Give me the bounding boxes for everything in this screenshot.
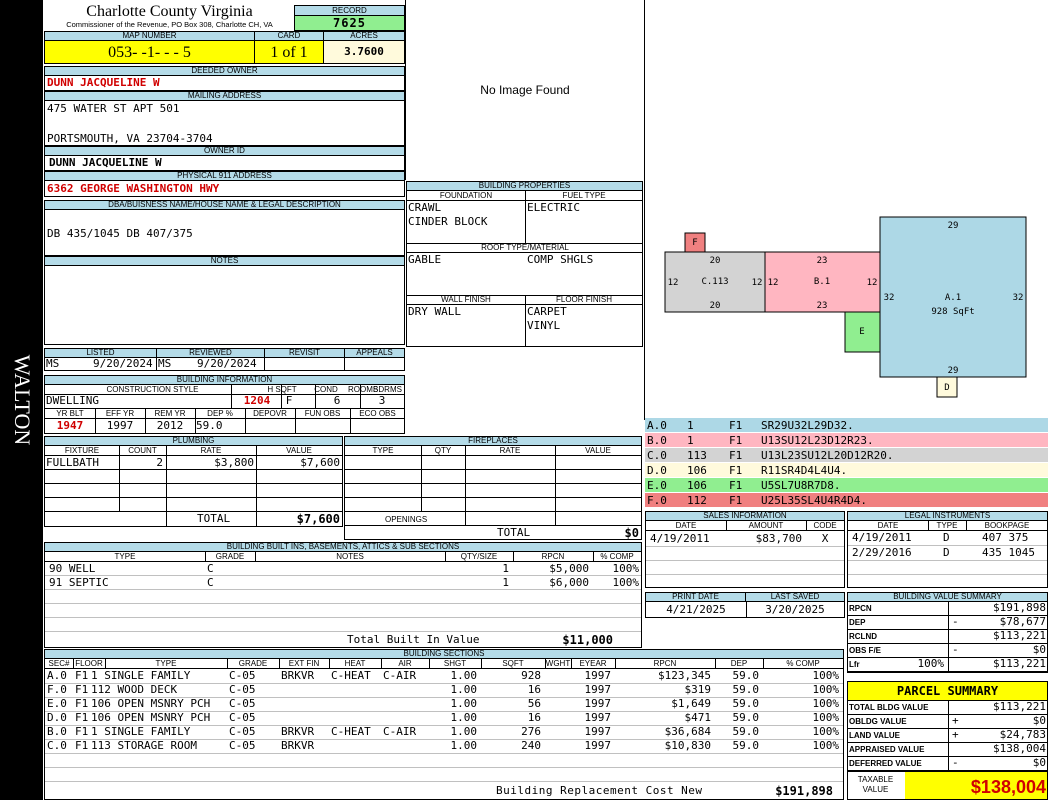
svg-text:32: 32 xyxy=(1013,293,1024,303)
svg-text:20: 20 xyxy=(710,256,721,266)
foundation-1: CRAWL xyxy=(408,201,442,214)
legend-row: D.0 106 F1 R11SR4D4L4U4. xyxy=(645,463,1048,478)
owner-id: DUNN JACQUELINE W xyxy=(44,155,405,171)
legend-row: F.0 112 F1 U25L35SL4U4R4D4. xyxy=(645,493,1048,508)
builtins-total: $11,000 xyxy=(562,633,613,647)
legal-table: DATE TYPE BOOKPAGE 4/19/2011 D 407 375 2… xyxy=(847,520,1048,588)
year-built: 1947 xyxy=(56,419,84,432)
wall-finish: DRY WALL xyxy=(408,305,461,318)
sections-table: SEC# FLOOR TYPE GRADE EXT FIN HEAT AIR SHGT SQFT… xyxy=(44,658,844,800)
image-area: No Image Found xyxy=(405,0,645,180)
roof-type: GABLE xyxy=(408,253,442,266)
sketch-e-label: E xyxy=(859,327,864,337)
sketch-a-label: A.1 xyxy=(945,293,961,303)
bldg-props-box: FOUNDATION FUEL TYPE CRAWL CINDER BLOCK … xyxy=(406,190,643,347)
taxable-value: $138,004 xyxy=(905,772,1047,799)
parcel-table: TOTAL BLDG VALUE $113,221 OBLDG VALUE + $0 LA… xyxy=(847,700,1048,772)
fireplace-total: $0 xyxy=(624,526,639,540)
construction-style: DWELLING xyxy=(46,394,99,407)
sketch-divider xyxy=(644,180,645,420)
svg-text:20: 20 xyxy=(710,301,721,311)
listed-row: MS 9/20/2024 MS 9/20/2024 xyxy=(44,357,405,371)
svg-text:32: 32 xyxy=(884,293,895,303)
svg-text:23: 23 xyxy=(817,256,828,266)
no-image-text: No Image Found xyxy=(480,83,570,97)
record-value: 7625 xyxy=(294,15,405,31)
legend-row: B.0 1 F1 U13SU12L23D12R23. xyxy=(645,433,1048,448)
sketch-d-label: D xyxy=(944,383,949,393)
card-value: 1 of 1 xyxy=(254,40,324,64)
legend-row: C.0 113 F1 U13L23SU12L20D12R20. xyxy=(645,448,1048,463)
mailing-address: 475 WATER ST APT 501 PORTSMOUTH, VA 2370… xyxy=(44,100,405,146)
floor-finish-2: VINYL xyxy=(527,319,561,332)
sketch-legend: A.0 1 F1 SR29U32L29D32. B.0 1 F1 U13SU12L23D12R… xyxy=(645,418,1048,508)
notes-box xyxy=(44,265,405,345)
floor-finish-1: CARPET xyxy=(527,305,567,318)
county-office: Commissioner of the Revenue, PO Box 308,… xyxy=(66,20,273,29)
parcel-summary-title: PARCEL SUMMARY xyxy=(847,681,1048,701)
building-sketch: F 20 20 12 12 C.113 23 23 12 12 B.1 29 2… xyxy=(646,182,1046,417)
builtins-table: TYPE GRADE NOTES QTY/SIZE RPCN % COMP 90… xyxy=(44,551,642,648)
map-number: 053- -1- - - 5 xyxy=(44,40,255,64)
svg-text:12: 12 xyxy=(668,278,679,288)
district-bar: WALTON xyxy=(0,0,43,800)
svg-text:29: 29 xyxy=(948,221,959,231)
replacement-cost-total: $191,898 xyxy=(775,784,833,798)
plumbing-total: $7,600 xyxy=(296,512,340,526)
county-name: Charlotte County Virginia xyxy=(86,3,253,20)
acres-value: 3.7600 xyxy=(323,40,405,64)
sketch-f-label: F xyxy=(692,238,697,248)
dba-value: DB 435/1045 DB 407/375 xyxy=(44,209,405,256)
fireplaces-table: TYPE QTY RATE VALUE OPENINGS TOTAL $0 xyxy=(344,445,642,540)
foundation-2: CINDER BLOCK xyxy=(408,215,488,228)
bvs-table: RPCN $191,898 DEP - $78,677 RCLND $113,221 OBS … xyxy=(847,601,1048,673)
sketch-a-sqft: 928 SqFt xyxy=(931,307,974,317)
taxable-value-box: TAXABLE VALUE $138,004 xyxy=(847,771,1048,800)
legend-row: A.0 1 F1 SR29U32L29D32. xyxy=(645,418,1048,433)
svg-text:23: 23 xyxy=(817,301,828,311)
svg-text:12: 12 xyxy=(768,278,779,288)
svg-text:12: 12 xyxy=(867,278,878,288)
svg-text:29: 29 xyxy=(948,366,959,376)
plumbing-table: FIXTURE COUNT RATE VALUE FULLBATH 2 $3,8… xyxy=(44,445,343,527)
legend-row: E.0 106 F1 U5SL7U8R7D8. xyxy=(645,478,1048,493)
sketch-b-label: B.1 xyxy=(814,277,830,287)
roof-material: COMP SHGLS xyxy=(527,253,594,266)
print-dates: 4/21/2025 3/20/2025 xyxy=(645,601,845,618)
sales-table: DATE AMOUNT CODE 4/19/2011 $83,700 X xyxy=(645,520,845,588)
fuel-type: ELECTRIC xyxy=(527,201,580,214)
district-label: WALTON xyxy=(10,354,35,446)
deeded-owner: DUNN JACQUELINE W xyxy=(44,75,405,91)
bldg-info-box: CONSTRUCTION STYLE H SQFT COND ROOMS BDR… xyxy=(44,384,405,434)
sketch-c-label: C.113 xyxy=(701,277,728,287)
physical-address: 6362 GEORGE WASHINGTON HWY xyxy=(44,180,405,197)
svg-text:12: 12 xyxy=(752,278,763,288)
county-header: Charlotte County Virginia Commissioner o… xyxy=(44,3,295,31)
